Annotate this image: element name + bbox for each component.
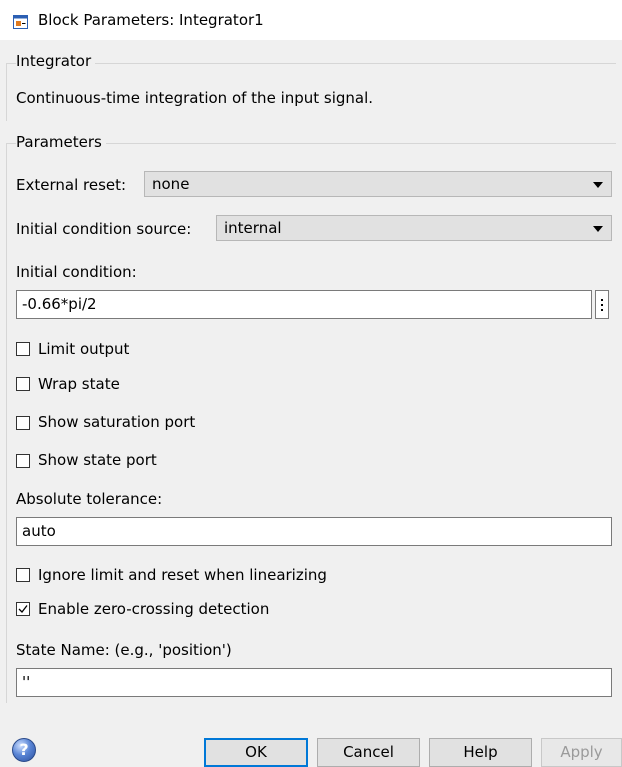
help-button[interactable]: Help [429,738,532,767]
show-saturation-port-label: Show saturation port [38,413,196,431]
initial-condition-source-dropdown[interactable]: internal [216,215,612,241]
enable-zero-crossing-checkbox[interactable] [16,602,30,616]
initial-condition-label: Initial condition: [16,263,137,281]
simulink-block-icon [13,15,28,29]
chevron-down-icon [593,226,603,232]
group-divider [6,63,616,64]
group-divider [6,63,7,121]
external-reset-label: External reset: [16,176,127,194]
kebab-dot [601,299,603,301]
apply-button[interactable]: Apply [541,738,622,767]
show-state-port-checkbox[interactable] [16,454,30,468]
kebab-dot [601,309,603,311]
wrap-state-checkbox[interactable] [16,377,30,391]
block-description: Continuous-time integration of the input… [16,89,374,107]
more-options-button[interactable] [595,290,609,319]
limit-output-label: Limit output [38,340,130,358]
help-question-icon[interactable]: ? [12,738,36,762]
block-group-label: Integrator [16,52,96,70]
initial-condition-source-value: internal [224,219,282,237]
kebab-dot [601,304,603,306]
initial-condition-value: -0.66*pi/2 [22,295,97,313]
external-reset-value: none [152,175,190,193]
help-icon-glyph: ? [19,740,29,759]
show-saturation-port-checkbox[interactable] [16,416,30,430]
state-name-field[interactable]: '' [16,668,612,697]
state-name-value: '' [22,673,31,691]
external-reset-dropdown[interactable]: none [144,171,612,197]
group-divider [6,143,7,703]
window-title: Block Parameters: Integrator1 [38,11,264,29]
ignore-limit-reset-checkbox[interactable] [16,568,30,582]
absolute-tolerance-label: Absolute tolerance: [16,490,163,508]
cancel-button[interactable]: Cancel [317,738,420,767]
wrap-state-label: Wrap state [38,375,120,393]
limit-output-checkbox[interactable] [16,342,30,356]
ignore-limit-reset-label: Ignore limit and reset when linearizing [38,566,327,584]
absolute-tolerance-field[interactable]: auto [16,517,612,546]
enable-zero-crossing-label: Enable zero-crossing detection [38,600,270,618]
title-bar: Block Parameters: Integrator1 [0,0,622,40]
initial-condition-source-label: Initial condition source: [16,220,192,238]
state-name-label: State Name: (e.g., 'position') [16,641,232,659]
checkmark-icon [18,605,28,613]
absolute-tolerance-value: auto [22,522,56,540]
show-state-port-label: Show state port [38,451,157,469]
initial-condition-field[interactable]: -0.66*pi/2 [16,290,592,319]
chevron-down-icon [593,182,603,188]
ok-button[interactable]: OK [204,738,308,767]
parameters-group-label: Parameters [16,133,106,151]
